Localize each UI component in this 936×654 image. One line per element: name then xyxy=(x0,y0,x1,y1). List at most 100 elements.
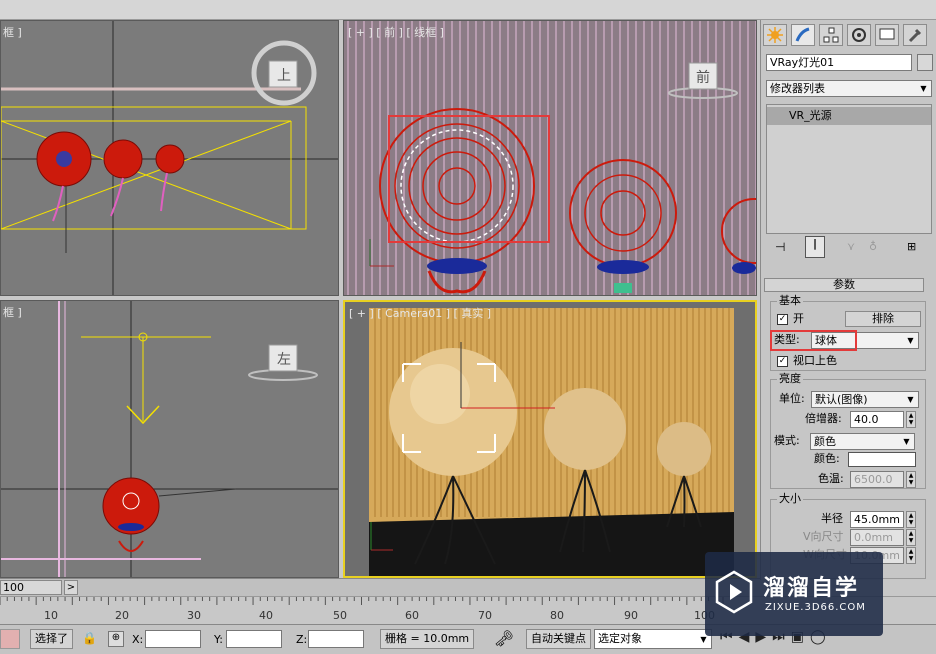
w-size-spinner[interactable]: ▲ ▼ xyxy=(906,547,916,564)
units-value: 默认(图像) xyxy=(815,393,868,406)
viewport-camera[interactable]: [ + ] [ Camera01 ] [ 真实 ] xyxy=(343,300,757,578)
radius-spinner[interactable]: ▲ ▼ xyxy=(906,511,916,528)
hierarchy-tab-icon[interactable] xyxy=(819,24,843,46)
tick-label: 40 xyxy=(259,609,273,622)
lock-icon[interactable]: 🔒 xyxy=(82,631,97,647)
modifier-list-dropdown[interactable]: 修改器列表 ▼ xyxy=(766,80,932,97)
v-size-field[interactable]: 0.0mm xyxy=(850,529,904,546)
object-name-field[interactable]: VRay灯光01 xyxy=(766,54,912,71)
intensity-group-label: 亮度 xyxy=(777,372,803,386)
stack-unique-icon[interactable]: ⋎ xyxy=(847,240,863,256)
viewport-shade-checkbox[interactable]: ✓ xyxy=(777,356,788,367)
front-view-cube-label[interactable]: 前 xyxy=(696,67,710,87)
general-group-label: 基本 xyxy=(777,294,803,308)
stack-show-end-icon[interactable]: | xyxy=(805,236,825,258)
tick-label: 90 xyxy=(624,609,638,622)
grid-status: 栅格 = 10.0mm xyxy=(380,629,474,649)
viewport-left[interactable]: 框 ] 左 xyxy=(0,300,339,578)
modifier-list-label: 修改器列表 xyxy=(770,82,825,95)
watermark-title: 溜溜自学 xyxy=(763,576,860,601)
selection-status: 选择了 xyxy=(30,629,73,649)
display-tab-icon[interactable] xyxy=(875,24,899,46)
tick-label: 60 xyxy=(405,609,419,622)
camera-viewport-render xyxy=(369,308,734,576)
multiplier-label: 倍增器: xyxy=(805,412,842,425)
time-slider-next-button[interactable]: > xyxy=(64,580,78,595)
radius-label: 半径 xyxy=(821,512,843,525)
y-coord-field[interactable] xyxy=(226,630,282,648)
chevron-down-icon: ▼ xyxy=(907,395,914,404)
watermark-url: ZIXUE.3D66.COM xyxy=(765,602,866,613)
stack-remove-icon[interactable]: ♁ xyxy=(869,240,885,256)
temperature-label: 色温: xyxy=(818,472,844,485)
tick-label: 80 xyxy=(550,609,564,622)
create-tab-icon[interactable] xyxy=(763,24,787,46)
auto-key-label: 自动关键点 xyxy=(531,632,586,645)
viewport-top[interactable]: 框 ] 上 xyxy=(0,20,339,296)
utilities-tab-icon[interactable] xyxy=(903,24,927,46)
status-pink-indicator xyxy=(0,629,20,649)
z-coord-label: Z: xyxy=(296,633,308,646)
command-panel: VRay灯光01 修改器列表 ▼ VR_光源 ⊣ | ⋎ ♁ ⊞ 参数 基本 ✓… xyxy=(760,20,936,580)
object-color-swatch[interactable] xyxy=(917,54,933,71)
stack-item-vr-light[interactable]: VR_光源 xyxy=(767,107,931,125)
tick-label: 10 xyxy=(44,609,58,622)
modifier-stack[interactable]: VR_光源 xyxy=(766,104,932,234)
chevron-down-icon: ▼ xyxy=(903,437,910,446)
z-coord-field[interactable] xyxy=(308,630,364,648)
tick-label: 50 xyxy=(333,609,347,622)
units-label: 单位: xyxy=(779,392,805,405)
left-viewport-scene xyxy=(1,301,338,577)
viewport-camera-label[interactable]: [ + ] [ Camera01 ] [ 真实 ] xyxy=(349,305,491,321)
tick-label: 70 xyxy=(478,609,492,622)
temperature-field[interactable]: 6500.0 xyxy=(850,471,904,488)
time-slider[interactable]: 100 > xyxy=(0,578,760,596)
tick-label: 20 xyxy=(115,609,129,622)
y-coord-label: Y: xyxy=(214,633,223,646)
exclude-button[interactable]: 排除 xyxy=(845,311,921,327)
menu-bar xyxy=(0,0,936,20)
rollout-title: 参数 xyxy=(833,278,855,291)
motion-tab-icon[interactable] xyxy=(847,24,871,46)
color-label: 颜色: xyxy=(814,452,840,465)
type-highlight-box xyxy=(770,330,857,351)
viewport-front-label[interactable]: [ + ] [ 前 ] [ 线框 ] xyxy=(348,24,444,40)
auto-key-button[interactable]: 自动关键点 xyxy=(526,629,591,649)
selection-set-dropdown[interactable]: 选定对象 ▼ xyxy=(594,629,712,649)
key-icon[interactable]: 🗝 xyxy=(490,629,518,651)
absolute-mode-icon[interactable]: ⊕ xyxy=(108,631,124,647)
x-coord-label: X: xyxy=(132,633,144,646)
color-swatch[interactable] xyxy=(848,452,916,467)
multiplier-field[interactable]: 40.0 xyxy=(850,411,904,428)
mode-label: 模式: xyxy=(774,434,800,447)
multiplier-spinner[interactable]: ▲ ▼ xyxy=(906,411,916,428)
selection-status-label: 选择了 xyxy=(35,632,68,645)
stack-configure-icon[interactable]: ⊞ xyxy=(907,240,923,256)
front-viewport-scene xyxy=(347,21,756,295)
tick-label: 30 xyxy=(187,609,201,622)
parameters-rollout-header[interactable]: 参数 xyxy=(764,278,924,292)
play-icon xyxy=(715,570,753,614)
temperature-spinner[interactable]: ▲ ▼ xyxy=(906,471,916,488)
top-view-cube-label[interactable]: 上 xyxy=(277,65,291,85)
v-size-spinner[interactable]: ▲ ▼ xyxy=(906,529,916,546)
v-size-label: V向尺寸 xyxy=(803,530,844,543)
modify-tab-icon[interactable] xyxy=(791,24,815,46)
mode-dropdown[interactable]: 颜色 ▼ xyxy=(810,433,915,450)
viewport-front[interactable]: [ + ] [ 前 ] [ 线框 ] 前 xyxy=(343,20,757,296)
radius-field[interactable]: 45.0mm xyxy=(850,511,904,528)
viewport-shade-label: 视口上色 xyxy=(793,354,837,367)
size-group-label: 大小 xyxy=(777,492,803,506)
left-view-cube-label[interactable]: 左 xyxy=(277,349,291,369)
on-checkbox[interactable]: ✓ xyxy=(777,314,788,325)
chevron-down-icon: ▼ xyxy=(907,336,914,345)
x-coord-field[interactable] xyxy=(145,630,201,648)
track-bar-ticks xyxy=(0,597,724,605)
stack-pin-icon[interactable]: ⊣ xyxy=(775,240,791,256)
top-viewport-scene xyxy=(1,21,338,295)
units-dropdown[interactable]: 默认(图像) ▼ xyxy=(811,391,919,408)
watermark-logo: 溜溜自学 ZIXUE.3D66.COM xyxy=(705,552,883,636)
mode-value: 颜色 xyxy=(814,435,836,448)
selection-set-value: 选定对象 xyxy=(598,632,642,645)
time-slider-frame[interactable]: 100 xyxy=(0,580,62,595)
